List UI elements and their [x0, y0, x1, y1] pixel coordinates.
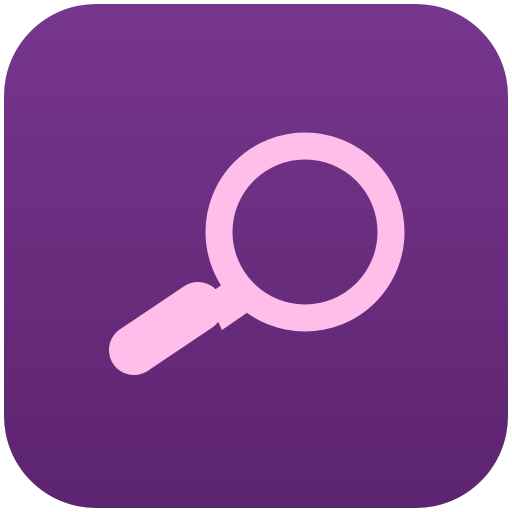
app-icon[interactable] [4, 4, 508, 508]
search-icon [109, 132, 405, 375]
magnifier-lens [205, 132, 405, 332]
magnifier-handle [109, 282, 223, 375]
